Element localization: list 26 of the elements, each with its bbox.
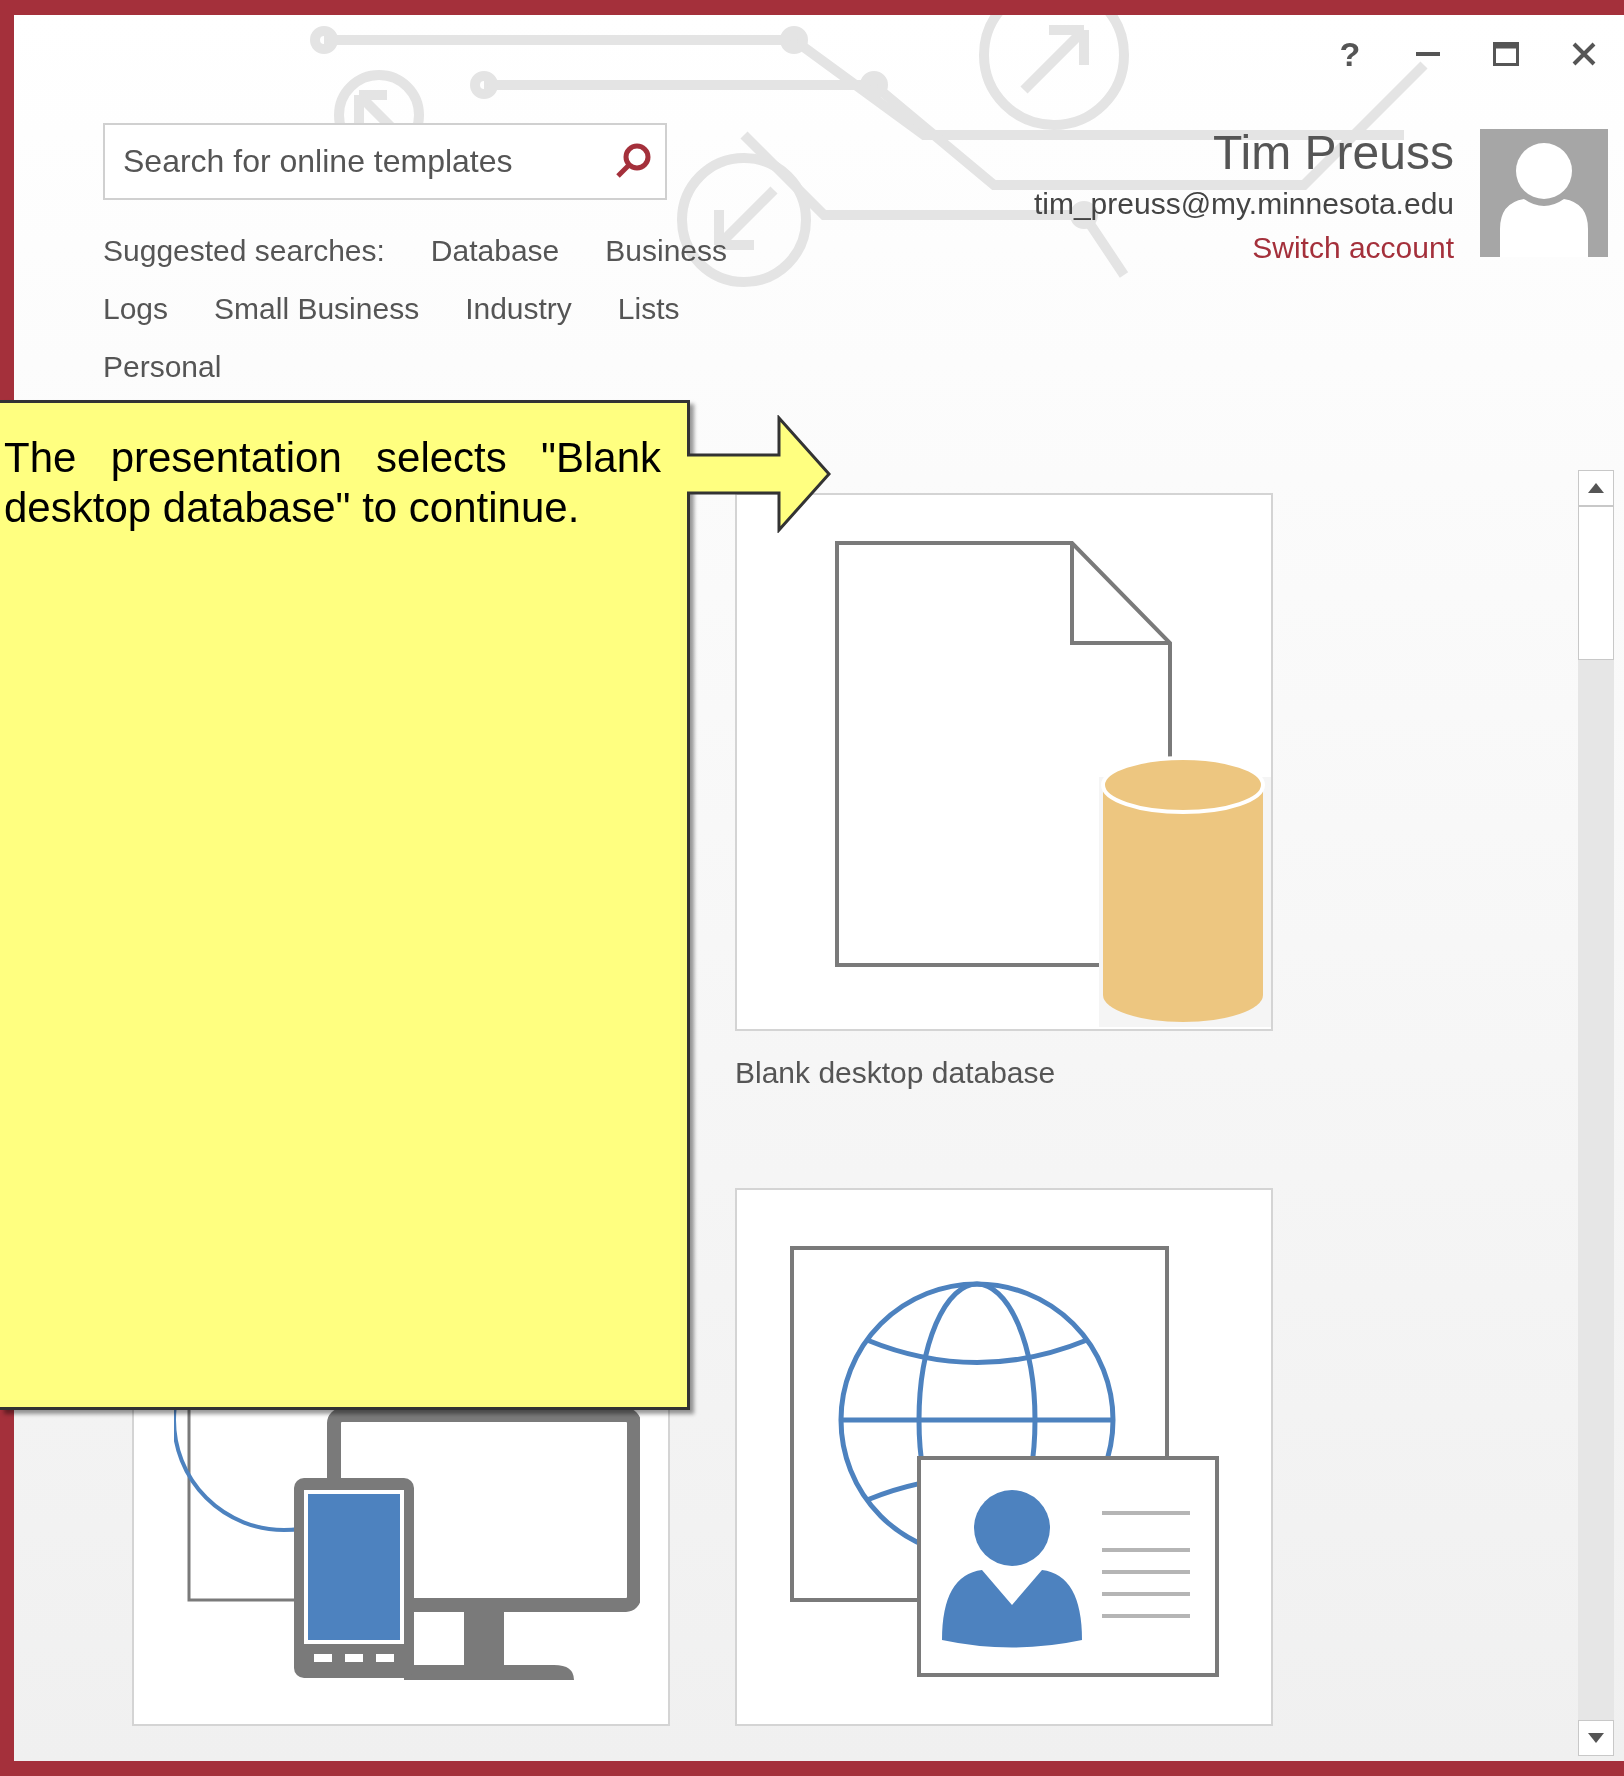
switch-account-link[interactable]: Switch account [1252,233,1454,263]
suggested-search-link[interactable]: Small Business [214,294,420,324]
template-label: Blank desktop database [735,1058,1057,1088]
scroll-thumb[interactable] [1578,506,1614,660]
suggested-search-link[interactable]: Business [605,236,728,266]
template-tile[interactable] [132,1408,670,1726]
suggested-search-link[interactable]: Logs [103,294,169,324]
user-email: tim_preuss@my.minnesota.edu [1033,189,1454,219]
user-name: Tim Preuss [1213,129,1454,177]
scrollbar[interactable] [1578,470,1614,1756]
suggested-search-link[interactable]: Lists [617,294,680,324]
suggested-search-link[interactable]: Industry [465,294,572,324]
user-avatar-icon [1480,129,1608,257]
minimize-icon [1416,52,1440,56]
close-icon [1572,42,1596,66]
help-button[interactable]: ? [1320,29,1380,79]
suggested-searches-label: Suggested searches: [103,236,385,266]
scroll-down-button[interactable] [1578,1720,1614,1756]
up-arrow-icon [1588,483,1604,493]
maximize-icon [1493,42,1519,66]
callout-text: The presentation selects "Blank desktop database" to continue. [4,433,661,533]
suggested-search-link[interactable]: Database [430,236,560,266]
search-field[interactable]: Search for online templates [103,123,667,200]
scroll-up-button[interactable] [1578,470,1614,506]
down-arrow-icon [1588,1733,1604,1743]
suggested-search-link[interactable]: Personal [103,352,222,382]
